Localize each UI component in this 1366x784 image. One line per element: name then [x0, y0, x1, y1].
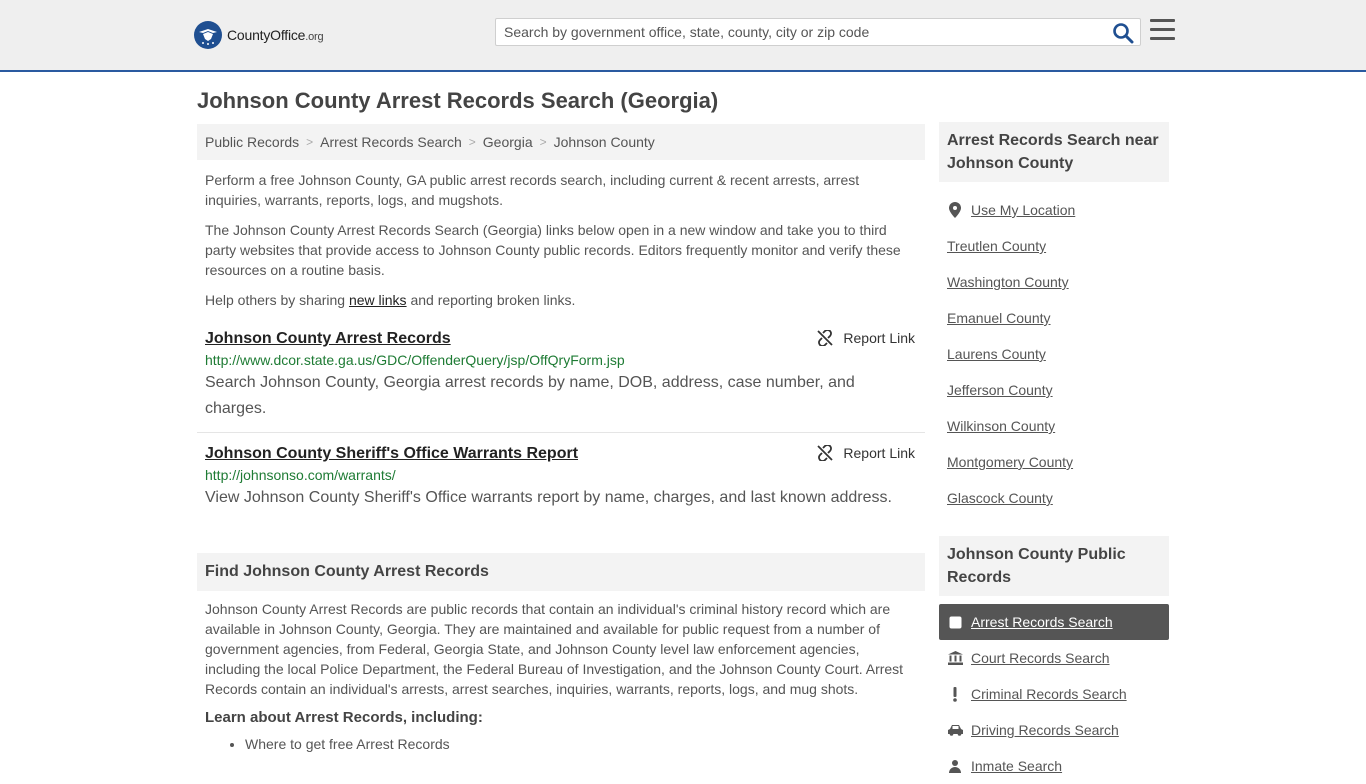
result-item: Johnson County Sheriff's Office Warrants…: [197, 445, 925, 511]
learn-list: Where to get free Arrest Records: [197, 736, 925, 752]
public-records-list: Arrest Records Search Court Records Sear…: [939, 604, 1169, 784]
nearby-heading: Arrest Records Search near Johnson Count…: [939, 122, 1169, 182]
breadcrumb-separator-icon: >: [306, 135, 314, 149]
report-link-button[interactable]: Report Link: [817, 330, 915, 346]
use-location-link[interactable]: Use My Location: [971, 202, 1075, 218]
nearby-county-item: Treutlen County: [939, 228, 1169, 264]
breadcrumb-public-records[interactable]: Public Records: [205, 134, 299, 150]
nearby-county-link[interactable]: Laurens County: [947, 346, 1046, 362]
public-records-link[interactable]: Arrest Records Search: [971, 614, 1113, 630]
nearby-county-item: Montgomery County: [939, 444, 1169, 480]
nearby-county-item: Laurens County: [939, 336, 1169, 372]
nearby-county-item: Washington County: [939, 264, 1169, 300]
result-url: http://www.dcor.state.ga.us/GDC/Offender…: [205, 352, 625, 368]
page-title: Johnson County Arrest Records Search (Ge…: [197, 88, 719, 113]
logo-name: CountyOffice: [227, 27, 306, 43]
nearby-county-item: Jefferson County: [939, 372, 1169, 408]
result-description: View Johnson County Sheriff's Office war…: [205, 489, 892, 506]
intro-section: Perform a free Johnson County, GA public…: [197, 170, 925, 310]
nearby-county-link[interactable]: Washington County: [947, 274, 1069, 290]
report-link-button[interactable]: Report Link: [817, 445, 915, 461]
result-item: Johnson County Arrest Records Report Lin…: [197, 330, 925, 433]
result-url: http://johnsonso.com/warrants/: [205, 467, 396, 483]
nearby-county-link[interactable]: Wilkinson County: [947, 418, 1055, 434]
public-records-item-arrest[interactable]: Arrest Records Search: [939, 604, 1169, 640]
nearby-county-item: Wilkinson County: [939, 408, 1169, 444]
intro-paragraph: The Johnson County Arrest Records Search…: [205, 222, 901, 278]
nearby-county-link[interactable]: Glascock County: [947, 490, 1053, 506]
nearby-county-item: Emanuel County: [939, 300, 1169, 336]
nearby-county-link[interactable]: Treutlen County: [947, 238, 1046, 254]
result-title-link[interactable]: Johnson County Arrest Records: [205, 330, 451, 347]
result-title: Johnson County Arrest Records: [205, 330, 917, 348]
breadcrumb-separator-icon: >: [468, 135, 476, 149]
new-links-link[interactable]: new links: [349, 292, 407, 308]
public-records-item-inmate[interactable]: Inmate Search: [939, 748, 1169, 784]
intro-paragraph: Perform a free Johnson County, GA public…: [205, 172, 860, 208]
eagle-logo-icon: [194, 21, 222, 49]
hamburger-menu-icon[interactable]: [1150, 19, 1175, 43]
public-records-heading: Johnson County Public Records: [939, 536, 1169, 596]
public-records-link[interactable]: Inmate Search: [971, 758, 1062, 774]
exclamation-icon: [947, 686, 963, 702]
courthouse-icon: [947, 651, 963, 665]
broken-link-icon: [817, 445, 834, 461]
nearby-county-link[interactable]: Emanuel County: [947, 310, 1051, 326]
breadcrumb-georgia[interactable]: Georgia: [483, 134, 533, 150]
report-link-label: Report Link: [843, 445, 915, 461]
main-content: Public Records > Arrest Records Search >…: [197, 124, 925, 752]
top-header: CountyOffice.org: [0, 0, 1366, 72]
broken-link-icon: [817, 330, 834, 346]
find-section-text: Johnson County Arrest Records are public…: [205, 601, 904, 697]
square-icon: [947, 616, 963, 629]
car-icon: [947, 724, 963, 736]
logo-domain: .org: [305, 31, 324, 43]
breadcrumb: Public Records > Arrest Records Search >…: [197, 124, 925, 160]
site-logo[interactable]: CountyOffice.org: [194, 20, 324, 50]
breadcrumb-johnson-county[interactable]: Johnson County: [554, 134, 655, 150]
search-icon[interactable]: [1112, 22, 1134, 44]
public-records-item-criminal[interactable]: Criminal Records Search: [939, 676, 1169, 712]
search-bar: [495, 18, 1141, 46]
nearby-list: Use My Location Treutlen County Washingt…: [939, 192, 1169, 516]
breadcrumb-arrest-records[interactable]: Arrest Records Search: [320, 134, 462, 150]
result-title-link[interactable]: Johnson County Sheriff's Office Warrants…: [205, 445, 578, 462]
sidebar: Arrest Records Search near Johnson Count…: [939, 122, 1169, 784]
public-records-item-driving[interactable]: Driving Records Search: [939, 712, 1169, 748]
public-records-link[interactable]: Court Records Search: [971, 650, 1110, 666]
public-records-item-court[interactable]: Court Records Search: [939, 640, 1169, 676]
result-title: Johnson County Sheriff's Office Warrants…: [205, 445, 917, 463]
find-section-heading: Find Johnson County Arrest Records: [197, 553, 925, 591]
share-paragraph: Help others by sharing new links and rep…: [205, 292, 576, 308]
report-link-label: Report Link: [843, 330, 915, 346]
result-description: Search Johnson County, Georgia arrest re…: [205, 374, 855, 417]
nearby-county-item: Glascock County: [939, 480, 1169, 516]
learn-heading: Learn about Arrest Records, including:: [205, 709, 483, 726]
nearby-county-link[interactable]: Montgomery County: [947, 454, 1073, 470]
list-item: Where to get free Arrest Records: [245, 736, 925, 752]
search-input[interactable]: [496, 19, 1106, 45]
nearby-county-link[interactable]: Jefferson County: [947, 382, 1053, 398]
breadcrumb-separator-icon: >: [539, 135, 547, 149]
public-records-link[interactable]: Criminal Records Search: [971, 686, 1127, 702]
use-location-item: Use My Location: [939, 192, 1169, 228]
inmate-icon: [947, 759, 963, 773]
public-records-link[interactable]: Driving Records Search: [971, 722, 1119, 738]
map-pin-icon: [947, 202, 963, 218]
